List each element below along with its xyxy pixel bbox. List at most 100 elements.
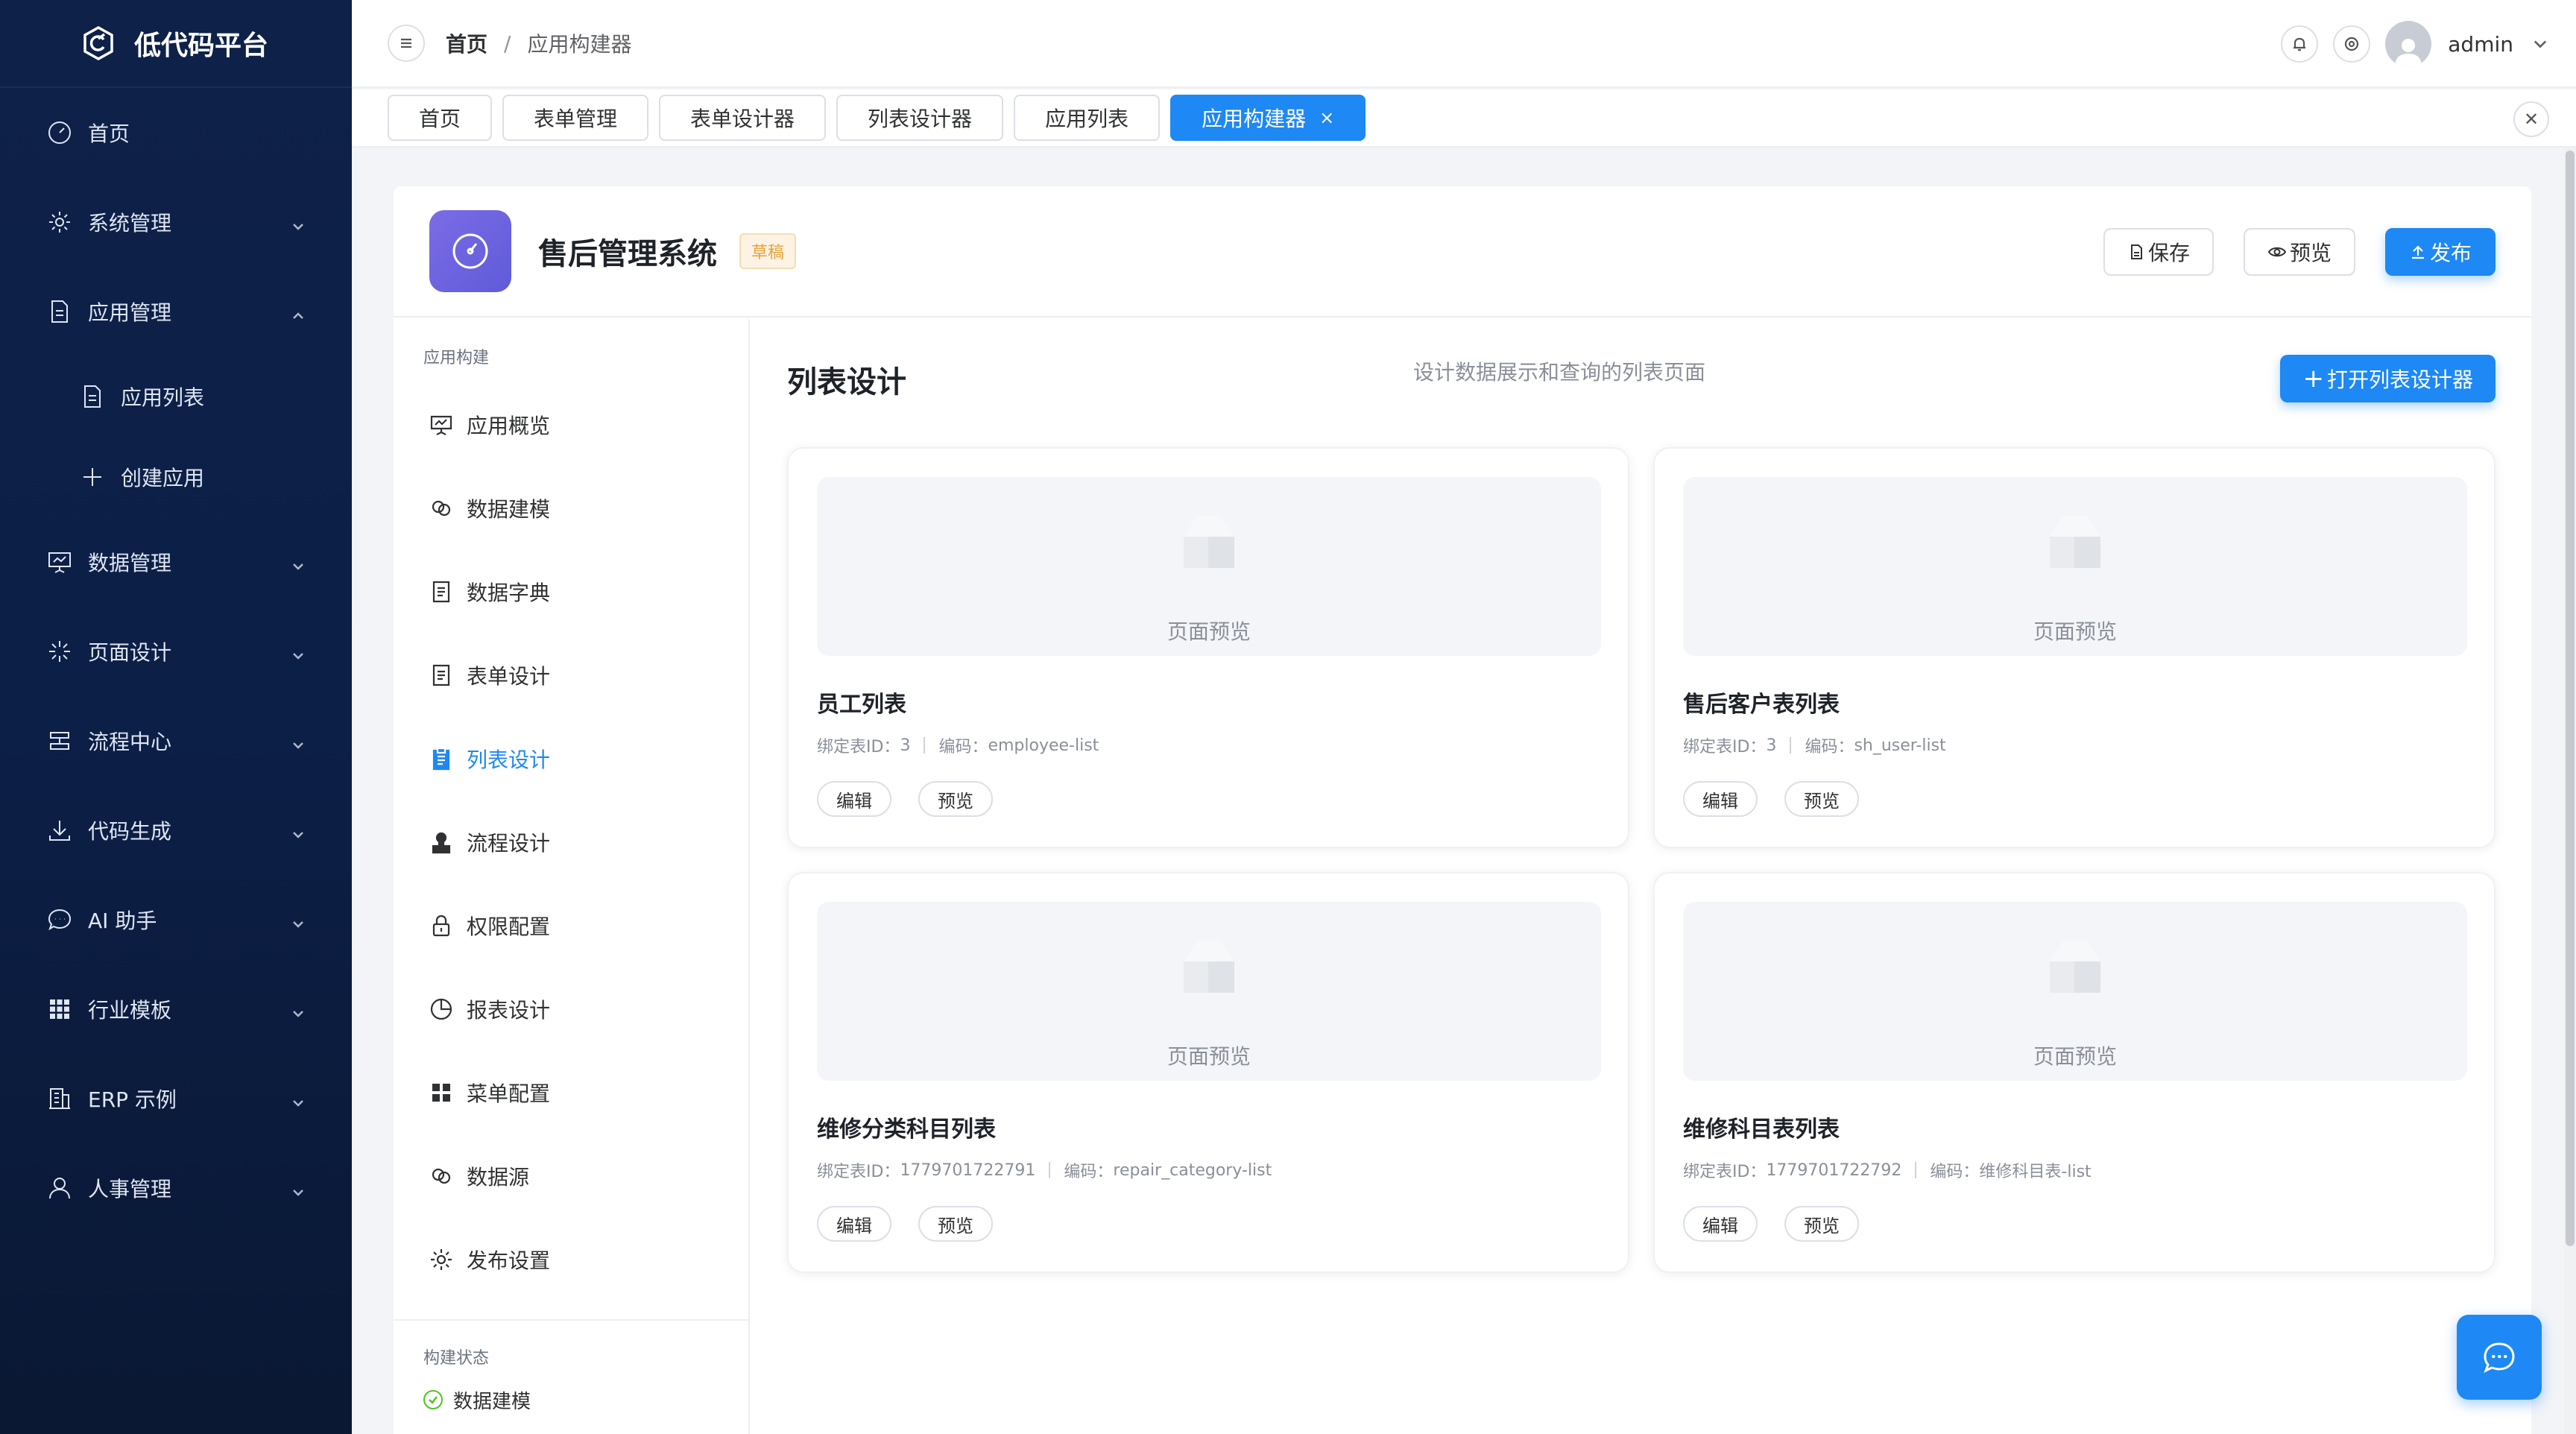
nav-item-data-modeling[interactable]: 数据建模 bbox=[394, 467, 748, 550]
publish-button[interactable]: 发布 bbox=[2384, 228, 2496, 276]
tab-label: 表单设计器 bbox=[690, 107, 795, 131]
sidebar-item-apps[interactable]: 应用管理 bbox=[0, 267, 352, 356]
save-button[interactable]: 保存 bbox=[2103, 228, 2214, 276]
chat-assistant-button[interactable] bbox=[2457, 1315, 2542, 1400]
page-preview: 页面预览 bbox=[1683, 902, 2467, 1081]
sidebar-item-home[interactable]: 首页 bbox=[0, 88, 352, 177]
preview-label: 页面预览 bbox=[2033, 1044, 2117, 1069]
tab-app-builder[interactable]: 应用构建器 × bbox=[1170, 95, 1366, 141]
tab-label: 首页 bbox=[419, 107, 461, 131]
open-list-designer-button[interactable]: + 打开列表设计器 bbox=[2280, 355, 2496, 402]
preview-label: 页面预览 bbox=[2033, 619, 2117, 644]
scrollbar[interactable] bbox=[2564, 148, 2576, 1434]
chevron-down-icon bbox=[291, 644, 306, 660]
avatar[interactable] bbox=[2385, 21, 2432, 67]
brand[interactable]: 低代码平台 bbox=[0, 0, 352, 88]
app-actions: 保存 预览 发布 bbox=[2074, 228, 2496, 276]
plus-icon bbox=[79, 464, 106, 490]
sidebar-item-erp[interactable]: ERP 示例 bbox=[0, 1054, 352, 1143]
header-right: admin bbox=[2281, 0, 2549, 88]
scrollbar-thumb[interactable] bbox=[2566, 151, 2575, 1246]
username[interactable]: admin bbox=[2448, 32, 2513, 57]
sidebar-item-page-design[interactable]: 页面设计 bbox=[0, 607, 352, 696]
presentation-icon bbox=[46, 549, 73, 575]
edit-button[interactable]: 编辑 bbox=[1683, 1206, 1758, 1242]
sidebar-item-system[interactable]: 系统管理 bbox=[0, 177, 352, 267]
sidebar-item-hr[interactable]: 人事管理 bbox=[0, 1143, 352, 1233]
breadcrumb-home[interactable]: 首页 bbox=[446, 28, 487, 58]
nav-item-datasource[interactable]: 数据源 bbox=[394, 1134, 748, 1218]
nav-item-report-design[interactable]: 报表设计 bbox=[394, 967, 748, 1051]
edit-button[interactable]: 编辑 bbox=[1683, 781, 1758, 817]
document-icon bbox=[79, 383, 106, 410]
tab-form-management[interactable]: 表单管理 bbox=[502, 95, 649, 141]
preview-button[interactable]: 预览 bbox=[918, 1206, 993, 1242]
sidebar-item-codegen[interactable]: 代码生成 bbox=[0, 786, 352, 875]
menu-toggle-button[interactable] bbox=[388, 25, 425, 62]
app-icon bbox=[429, 210, 511, 292]
nav-item-form-design[interactable]: 表单设计 bbox=[394, 634, 748, 717]
nav-item-permissions[interactable]: 权限配置 bbox=[394, 884, 748, 967]
preview-label: 页面预览 bbox=[1167, 1044, 1251, 1069]
preview-button[interactable]: 预览 bbox=[1784, 781, 1859, 817]
flow-icon bbox=[46, 727, 73, 754]
sidebar-item-create-app[interactable]: 创建应用 bbox=[0, 437, 352, 517]
page-preview: 页面预览 bbox=[1683, 477, 2467, 656]
grid-icon bbox=[428, 1079, 455, 1106]
list-card[interactable]: 页面预览 维修科目表列表 绑定表ID： 1779701722792 编码： 维修科目… bbox=[1653, 872, 2496, 1273]
notification-button[interactable] bbox=[2281, 25, 2319, 63]
card-actions: 编辑 预览 bbox=[817, 1206, 1020, 1242]
section-title: 列表设计 bbox=[787, 365, 906, 399]
nav-item-list-design[interactable]: 列表设计 bbox=[394, 717, 748, 800]
preview-button[interactable]: 预览 bbox=[2243, 228, 2355, 276]
list-code: employee-list bbox=[988, 736, 1099, 755]
sidebar-item-app-list[interactable]: 应用列表 bbox=[0, 356, 352, 437]
sidebar-item-data[interactable]: 数据管理 bbox=[0, 517, 352, 607]
sidebar-item-label: ERP 示例 bbox=[88, 1087, 177, 1112]
dashboard-icon bbox=[46, 119, 73, 146]
nav-item-data-dictionary[interactable]: 数据字典 bbox=[394, 550, 748, 634]
sidebar-item-templates[interactable]: 行业模板 bbox=[0, 964, 352, 1054]
app-builder-card: 售后管理系统 草稿 保存 预览 发布 应用构建 应用概览 数据建模 数据字典 表… bbox=[394, 186, 2531, 1434]
list-meta: 绑定表ID： 1779701722792 编码： 维修科目表-list bbox=[1683, 1158, 2092, 1182]
edit-button[interactable]: 编辑 bbox=[817, 781, 891, 817]
list-code: 维修科目表-list bbox=[1979, 1163, 2092, 1181]
preview-button[interactable]: 预览 bbox=[1784, 1206, 1859, 1242]
page-preview: 页面预览 bbox=[817, 477, 1601, 656]
tab-list-designer[interactable]: 列表设计器 bbox=[836, 95, 1004, 141]
sidebar-item-label: 首页 bbox=[88, 121, 130, 146]
divider bbox=[1049, 1162, 1051, 1178]
card-actions: 编辑 预览 bbox=[817, 781, 1020, 817]
sidebar-item-workflow[interactable]: 流程中心 bbox=[0, 696, 352, 786]
sidebar-menu: 首页 系统管理 应用管理 应用列表 创建应用 数据管理 页面设计 流程中心 代码… bbox=[0, 88, 352, 1233]
list-meta: 绑定表ID： 3 编码： sh_user-list bbox=[1683, 733, 1946, 757]
tab-home[interactable]: 首页 bbox=[388, 95, 493, 141]
builder-nav: 应用构建 应用概览 数据建模 数据字典 表单设计 列表设计 流程设计 权限配置 bbox=[394, 319, 750, 1434]
sidebar-item-label: 流程中心 bbox=[88, 730, 172, 754]
close-all-tabs-button[interactable]: ✕ bbox=[2513, 101, 2549, 137]
edit-button[interactable]: 编辑 bbox=[817, 1206, 891, 1242]
sidebar-item-ai[interactable]: AI 助手 bbox=[0, 875, 352, 964]
status-item: 数据建模 bbox=[394, 1377, 748, 1422]
list-card[interactable]: 页面预览 员工列表 绑定表ID： 3 编码： employee-list 编辑 预览 bbox=[787, 447, 1629, 848]
table-id: 1779701722792 bbox=[1766, 1160, 1902, 1180]
chevron-down-icon bbox=[291, 555, 306, 570]
chevron-down-icon[interactable] bbox=[2531, 35, 2549, 53]
nav-item-menu-config[interactable]: 菜单配置 bbox=[394, 1051, 748, 1134]
tab-app-list[interactable]: 应用列表 bbox=[1014, 95, 1161, 141]
preview-button[interactable]: 预览 bbox=[918, 781, 993, 817]
sidebar-item-label: 代码生成 bbox=[88, 819, 172, 844]
list-card[interactable]: 页面预览 维修分类科目列表 绑定表ID： 1779701722791 编码： rep… bbox=[787, 872, 1629, 1273]
tab-form-designer[interactable]: 表单设计器 bbox=[659, 95, 827, 141]
app-title: 售后管理系统 bbox=[538, 237, 717, 271]
close-icon[interactable]: × bbox=[1319, 107, 1334, 128]
chevron-down-icon bbox=[291, 215, 306, 230]
document-icon bbox=[46, 298, 73, 325]
list-meta: 绑定表ID： 1779701722791 编码： repair_category-l… bbox=[817, 1158, 1272, 1182]
nav-item-overview[interactable]: 应用概览 bbox=[394, 383, 748, 467]
list-card[interactable]: 页面预览 售后客户表列表 绑定表ID： 3 编码： sh_user-list 编辑 … bbox=[1653, 447, 2496, 848]
nav-item-publish-settings[interactable]: 发布设置 bbox=[394, 1218, 748, 1301]
nav-item-flow-design[interactable]: 流程设计 bbox=[394, 800, 748, 884]
chevron-down-icon bbox=[291, 912, 306, 928]
settings-button[interactable] bbox=[2333, 25, 2371, 63]
